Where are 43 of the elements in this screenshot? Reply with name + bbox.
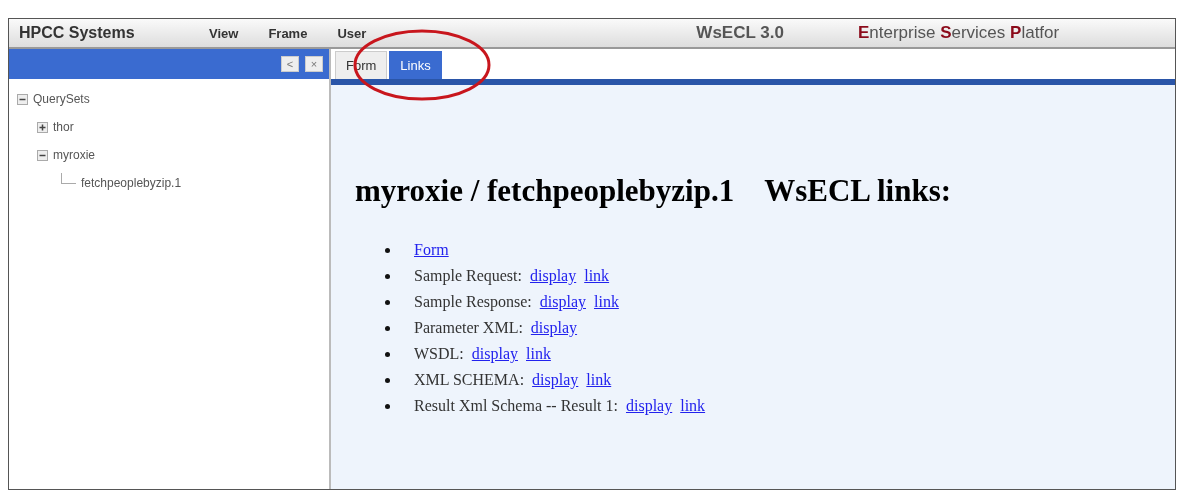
- link[interactable]: link: [586, 367, 612, 393]
- menu-item[interactable]: View: [209, 25, 239, 41]
- close-button[interactable]: ×: [305, 56, 323, 72]
- link-label: Sample Request:: [414, 266, 522, 287]
- minus-icon[interactable]: [37, 149, 48, 161]
- collapse-button[interactable]: <: [281, 56, 299, 72]
- link[interactable]: link: [594, 289, 619, 315]
- link-label: WSDL:: [414, 344, 464, 364]
- link[interactable]: Form: [414, 237, 449, 263]
- link-label: Sample Response:: [414, 292, 532, 313]
- bullet-icon: [385, 377, 390, 383]
- link[interactable]: display: [530, 263, 577, 289]
- link-label: XML SCHEMA:: [414, 370, 525, 390]
- link[interactable]: display: [530, 315, 578, 341]
- bullet-icon: [385, 273, 390, 279]
- link-label: Parameter XML:: [414, 318, 523, 338]
- link[interactable]: display: [471, 341, 518, 367]
- link[interactable]: link: [680, 393, 706, 419]
- version-label: WsECL 3.0: [696, 23, 784, 43]
- tree-item[interactable]: myroxie: [53, 148, 95, 162]
- bullet-icon: [385, 325, 390, 331]
- page-heading: myroxie / fetchpeoplebyzip.1: [355, 173, 735, 209]
- brand-title: HPCC Systems: [19, 24, 136, 42]
- bullet-icon: [385, 299, 390, 305]
- heading-suffix: WsECL links:: [764, 173, 952, 209]
- tree-item[interactable]: thor: [53, 120, 74, 134]
- tree-item[interactable]: QuerySets: [33, 92, 90, 106]
- tree-item[interactable]: fetchpeoplebyzip.1: [81, 176, 182, 190]
- menu-item[interactable]: Frame: [268, 25, 308, 41]
- minus-icon[interactable]: [17, 93, 28, 105]
- plus-icon[interactable]: [37, 121, 48, 133]
- link[interactable]: link: [584, 263, 610, 289]
- bullet-icon: [385, 403, 390, 409]
- bullet-icon: [385, 247, 390, 253]
- tab[interactable]: Links: [389, 51, 442, 79]
- link-label: Result Xml Schema -- Result 1:: [414, 396, 618, 416]
- link[interactable]: display: [539, 289, 586, 315]
- tagline: Enterprise Services Platfor: [857, 23, 1060, 43]
- menu-item[interactable]: User: [337, 25, 367, 41]
- bullet-icon: [385, 351, 390, 357]
- link[interactable]: display: [532, 367, 579, 393]
- link[interactable]: display: [626, 393, 673, 419]
- link[interactable]: link: [526, 341, 551, 367]
